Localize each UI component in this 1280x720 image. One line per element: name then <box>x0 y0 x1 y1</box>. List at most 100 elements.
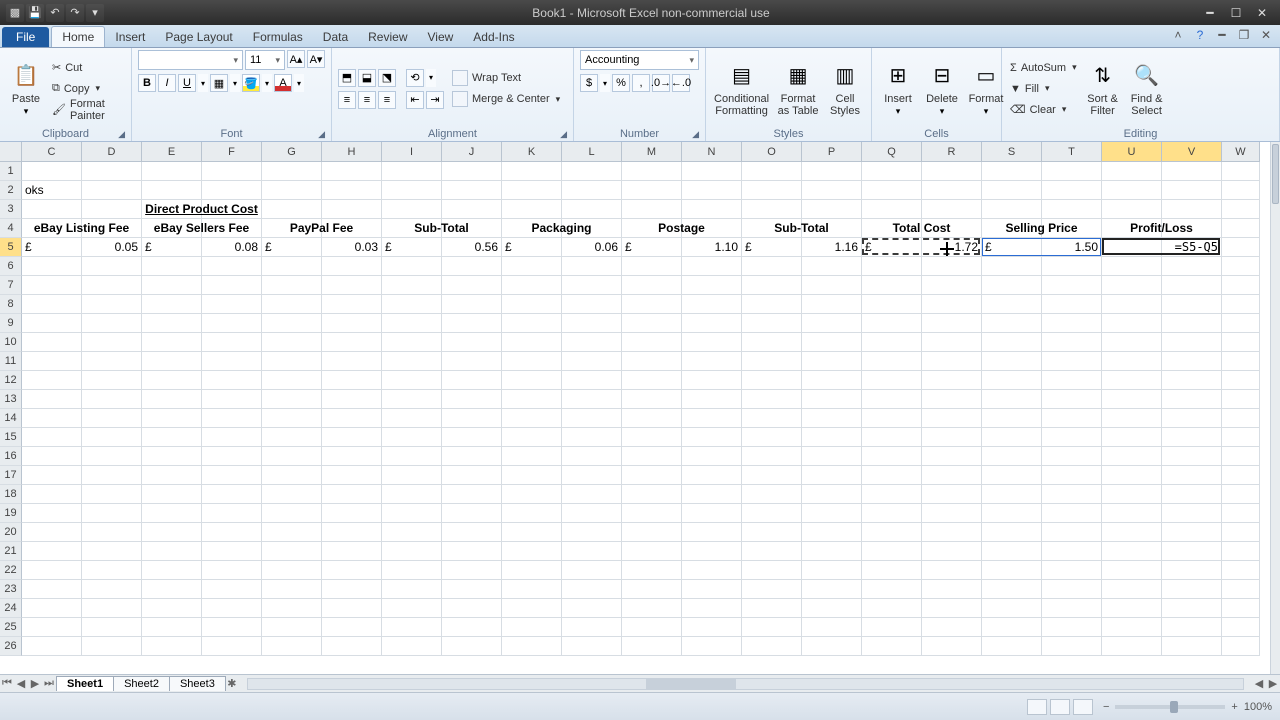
row-header-19[interactable]: 19 <box>0 504 22 523</box>
format-cells-button[interactable]: ▭Format▾ <box>966 58 1006 119</box>
row-header-8[interactable]: 8 <box>0 295 22 314</box>
fontcolor-more-icon[interactable]: ▾ <box>294 74 304 92</box>
sheet-nav-first-icon[interactable]: ⏮ <box>0 677 14 690</box>
grow-font-icon[interactable]: A▴ <box>287 50 305 68</box>
fill-more-icon[interactable]: ▾ <box>262 74 272 92</box>
fill-button[interactable]: ▼Fill▾ <box>1008 79 1079 99</box>
orientation-icon[interactable]: ⟲ <box>406 69 424 87</box>
cell-K4[interactable]: Packaging <box>502 219 622 238</box>
workbook-min-icon[interactable]: ━ <box>1214 28 1230 42</box>
bold-button[interactable]: B <box>138 74 156 92</box>
col-header-K[interactable]: K <box>502 142 562 162</box>
insert-cells-button[interactable]: ⊞Insert▾ <box>878 58 918 119</box>
col-header-T[interactable]: T <box>1042 142 1102 162</box>
tab-review[interactable]: Review <box>358 27 417 47</box>
col-header-H[interactable]: H <box>322 142 382 162</box>
alignment-dialog-icon[interactable]: ◢ <box>560 129 567 140</box>
indent-inc-icon[interactable]: ⇥ <box>426 91 444 109</box>
row-header-24[interactable]: 24 <box>0 599 22 618</box>
qat-more-icon[interactable]: ▾ <box>86 4 104 22</box>
sort-filter-button[interactable]: ⇅Sort & Filter <box>1083 58 1123 119</box>
cell-G4[interactable]: PayPal Fee <box>262 219 382 238</box>
clipboard-dialog-icon[interactable]: ◢ <box>118 129 125 140</box>
tab-view[interactable]: View <box>418 27 464 47</box>
comma-icon[interactable]: , <box>632 74 650 92</box>
currency-icon[interactable]: $ <box>580 74 598 92</box>
tab-home[interactable]: Home <box>51 26 105 47</box>
hscroll-left-icon[interactable]: ◀ <box>1252 677 1266 690</box>
scroll-thumb[interactable] <box>1272 144 1279 204</box>
row-header-10[interactable]: 10 <box>0 333 22 352</box>
cut-button[interactable]: ✂Cut <box>50 58 125 78</box>
maximize-button[interactable]: ☐ <box>1224 6 1248 20</box>
format-painter-button[interactable]: 🖌Format Painter <box>50 100 125 120</box>
row-header-26[interactable]: 26 <box>0 637 22 656</box>
delete-cells-button[interactable]: ⊟Delete▾ <box>922 58 962 119</box>
percent-icon[interactable]: % <box>612 74 630 92</box>
tab-formulas[interactable]: Formulas <box>243 27 313 47</box>
col-header-M[interactable]: M <box>622 142 682 162</box>
col-header-C[interactable]: C <box>22 142 82 162</box>
cell-K5[interactable]: £0.06 <box>502 238 622 257</box>
cell-Q4[interactable]: Total Cost <box>862 219 982 238</box>
font-dialog-icon[interactable]: ◢ <box>318 129 325 140</box>
col-header-O[interactable]: O <box>742 142 802 162</box>
row-header-9[interactable]: 9 <box>0 314 22 333</box>
number-dialog-icon[interactable]: ◢ <box>692 129 699 140</box>
find-select-button[interactable]: 🔍Find & Select <box>1127 58 1167 119</box>
select-all-corner[interactable] <box>0 142 22 162</box>
col-header-W[interactable]: W <box>1222 142 1260 162</box>
border-button[interactable]: ▦ <box>210 74 228 92</box>
col-header-L[interactable]: L <box>562 142 622 162</box>
cell-O5[interactable]: £1.16 <box>742 238 862 257</box>
italic-button[interactable]: I <box>158 74 176 92</box>
cell-C2[interactable]: oks <box>22 181 82 200</box>
cell-S5[interactable]: £1.50 <box>982 238 1102 257</box>
font-size-dropdown[interactable]: 11 <box>245 50 285 70</box>
cell-G5[interactable]: £0.03 <box>262 238 382 257</box>
autosum-button[interactable]: ΣAutoSum▾ <box>1008 58 1079 78</box>
cell-C5[interactable]: £0.05 <box>22 238 142 257</box>
sheet-nav-next-icon[interactable]: ▶ <box>28 677 42 690</box>
cell-Q5[interactable]: £1.72 <box>862 238 982 257</box>
row-header-7[interactable]: 7 <box>0 276 22 295</box>
col-header-G[interactable]: G <box>262 142 322 162</box>
cell-M5[interactable]: £1.10 <box>622 238 742 257</box>
col-header-F[interactable]: F <box>202 142 262 162</box>
row-header-12[interactable]: 12 <box>0 371 22 390</box>
align-right-icon[interactable]: ≡ <box>378 91 396 109</box>
hscroll-thumb[interactable] <box>646 679 736 689</box>
workbook-close-icon[interactable]: ✕ <box>1258 28 1274 42</box>
tab-data[interactable]: Data <box>313 27 358 47</box>
align-bottom-icon[interactable]: ⬔ <box>378 69 396 87</box>
wrap-text-button[interactable]: Wrap Text <box>450 68 562 88</box>
align-top-icon[interactable]: ⬒ <box>338 69 356 87</box>
indent-dec-icon[interactable]: ⇤ <box>406 91 424 109</box>
format-as-table-button[interactable]: ▦Format as Table <box>775 58 821 119</box>
cell-styles-button[interactable]: ▥Cell Styles <box>825 58 865 119</box>
hscroll-right-icon[interactable]: ▶ <box>1266 677 1280 690</box>
file-tab[interactable]: File <box>2 27 49 47</box>
cell-U5[interactable]: =S5-Q5 <box>1102 238 1222 257</box>
close-button[interactable]: ✕ <box>1250 6 1274 20</box>
row-header-18[interactable]: 18 <box>0 485 22 504</box>
copy-button[interactable]: ⧉Copy▾ <box>50 79 125 99</box>
sheet-tab-1[interactable]: Sheet1 <box>56 676 114 691</box>
tab-addins[interactable]: Add-Ins <box>463 27 524 47</box>
new-sheet-icon[interactable]: ✱ <box>225 677 239 690</box>
zoom-slider[interactable] <box>1115 705 1225 709</box>
col-header-D[interactable]: D <box>82 142 142 162</box>
zoom-in-icon[interactable]: + <box>1231 701 1237 713</box>
font-color-button[interactable]: A <box>274 74 292 92</box>
cell-E5[interactable]: £0.08 <box>142 238 262 257</box>
row-header-16[interactable]: 16 <box>0 447 22 466</box>
cell-O4[interactable]: Sub-Total <box>742 219 862 238</box>
row-header-1[interactable]: 1 <box>0 162 22 181</box>
col-header-R[interactable]: R <box>922 142 982 162</box>
number-format-dropdown[interactable]: Accounting <box>580 50 699 70</box>
col-header-E[interactable]: E <box>142 142 202 162</box>
cells-grid[interactable]: oksDirect Product CosteBay Listing FeeeB… <box>22 162 1270 674</box>
zoom-level[interactable]: 100% <box>1244 701 1272 713</box>
row-header-20[interactable]: 20 <box>0 523 22 542</box>
row-header-6[interactable]: 6 <box>0 257 22 276</box>
